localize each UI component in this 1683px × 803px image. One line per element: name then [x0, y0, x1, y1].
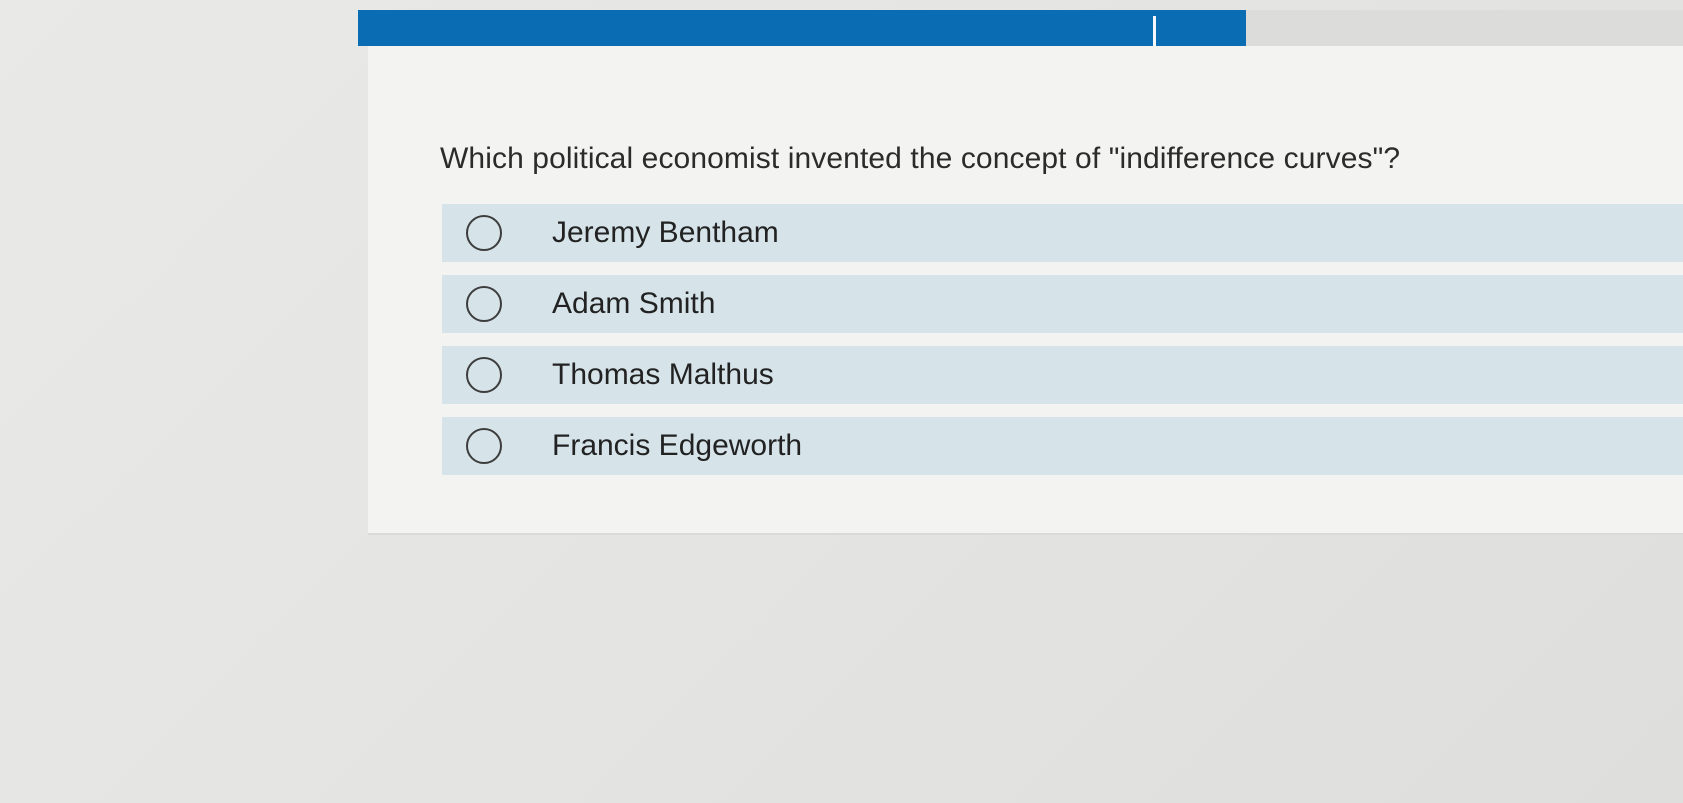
question-text: Which political economist invented the c… — [440, 142, 1401, 175]
progress-bar — [358, 10, 1683, 46]
radio-button-icon[interactable] — [466, 428, 502, 464]
answer-option-label: Thomas Malthus — [552, 358, 774, 391]
radio-button-icon[interactable] — [466, 286, 502, 322]
answer-option-label: Francis Edgeworth — [552, 429, 803, 462]
answer-option-1[interactable]: Jeremy Bentham — [442, 204, 1683, 262]
progress-bar-segment-divider — [1152, 16, 1156, 46]
answer-option-3[interactable]: Thomas Malthus — [442, 346, 1683, 404]
answer-option-4[interactable]: Francis Edgeworth — [442, 417, 1683, 475]
answer-option-2[interactable]: Adam Smith — [442, 275, 1683, 333]
radio-button-icon[interactable] — [466, 357, 502, 393]
progress-bar-fill — [358, 10, 1246, 46]
radio-button-icon[interactable] — [466, 215, 502, 251]
answer-option-label: Adam Smith — [552, 287, 716, 320]
answer-options: Jeremy Bentham Adam Smith Thomas Malthus… — [442, 204, 1683, 488]
answer-option-label: Jeremy Bentham — [552, 216, 779, 249]
quiz-screen: Which political economist invented the c… — [0, 0, 1683, 803]
